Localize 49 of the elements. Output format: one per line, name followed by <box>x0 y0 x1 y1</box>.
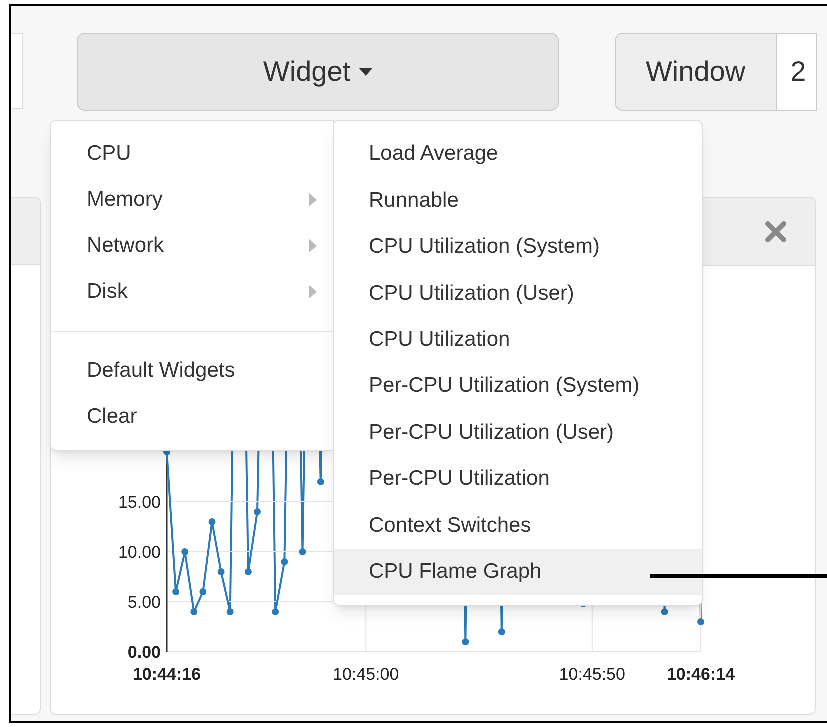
x-tick-label: 10:44:16 <box>132 665 202 684</box>
submenu-item[interactable]: Context Switches <box>334 502 702 549</box>
data-point <box>218 568 225 576</box>
menu-item[interactable]: Network <box>51 223 333 269</box>
submenu-item[interactable]: Load Average <box>334 131 702 178</box>
data-point <box>272 608 280 616</box>
x-tick-label: 10:45:50 <box>559 665 626 684</box>
y-tick-label: 0.00 <box>128 643 161 662</box>
data-point <box>200 588 207 596</box>
chevron-right-icon <box>309 239 317 253</box>
x-tick-label: 10:46:14 <box>666 665 736 684</box>
data-point <box>172 588 180 596</box>
submenu-item[interactable]: Runnable <box>334 177 702 224</box>
menu-item[interactable]: Memory <box>51 177 333 223</box>
submenu-item[interactable]: Per-CPU Utilization (User) <box>334 409 702 456</box>
data-point <box>190 608 198 616</box>
data-point <box>299 548 306 556</box>
data-point <box>208 518 216 526</box>
menu-item[interactable]: CPU <box>51 131 333 177</box>
menu-item[interactable]: Clear <box>51 394 333 440</box>
y-tick-label: 5.00 <box>128 593 161 612</box>
data-point <box>244 568 252 576</box>
data-point <box>698 618 704 626</box>
x-tick-label: 10:45:00 <box>333 665 400 684</box>
submenu-item[interactable]: CPU Utilization (System) <box>334 224 702 270</box>
window-field[interactable]: 2 <box>776 33 817 111</box>
submenu-item[interactable]: CPU Utilization (User) <box>334 270 702 317</box>
chevron-right-icon <box>309 285 317 299</box>
data-point <box>281 558 288 566</box>
y-tick-label: 10.00 <box>118 543 161 562</box>
menu-item[interactable]: Default Widgets <box>51 348 333 394</box>
data-point <box>182 548 189 556</box>
data-point <box>226 608 234 616</box>
window-label: Window <box>615 33 777 111</box>
close-icon[interactable] <box>765 220 787 242</box>
widget-button[interactable]: Widget <box>77 33 559 111</box>
data-point <box>462 638 470 646</box>
data-point <box>317 478 324 486</box>
caret-icon <box>358 68 373 76</box>
data-point <box>498 628 506 636</box>
data-point <box>661 608 668 616</box>
data-point <box>254 508 261 516</box>
y-tick-label: 15.00 <box>118 493 161 512</box>
submenu-item[interactable]: Per-CPU Utilization <box>334 456 702 502</box>
submenu-item[interactable]: CPU Flame Graph <box>334 548 702 595</box>
menu-item[interactable]: Disk <box>51 269 333 315</box>
submenu-item[interactable]: Per-CPU Utilization (System) <box>334 362 702 410</box>
submenu-item[interactable]: CPU Utilization <box>334 316 702 363</box>
chevron-right-icon <box>309 193 317 207</box>
